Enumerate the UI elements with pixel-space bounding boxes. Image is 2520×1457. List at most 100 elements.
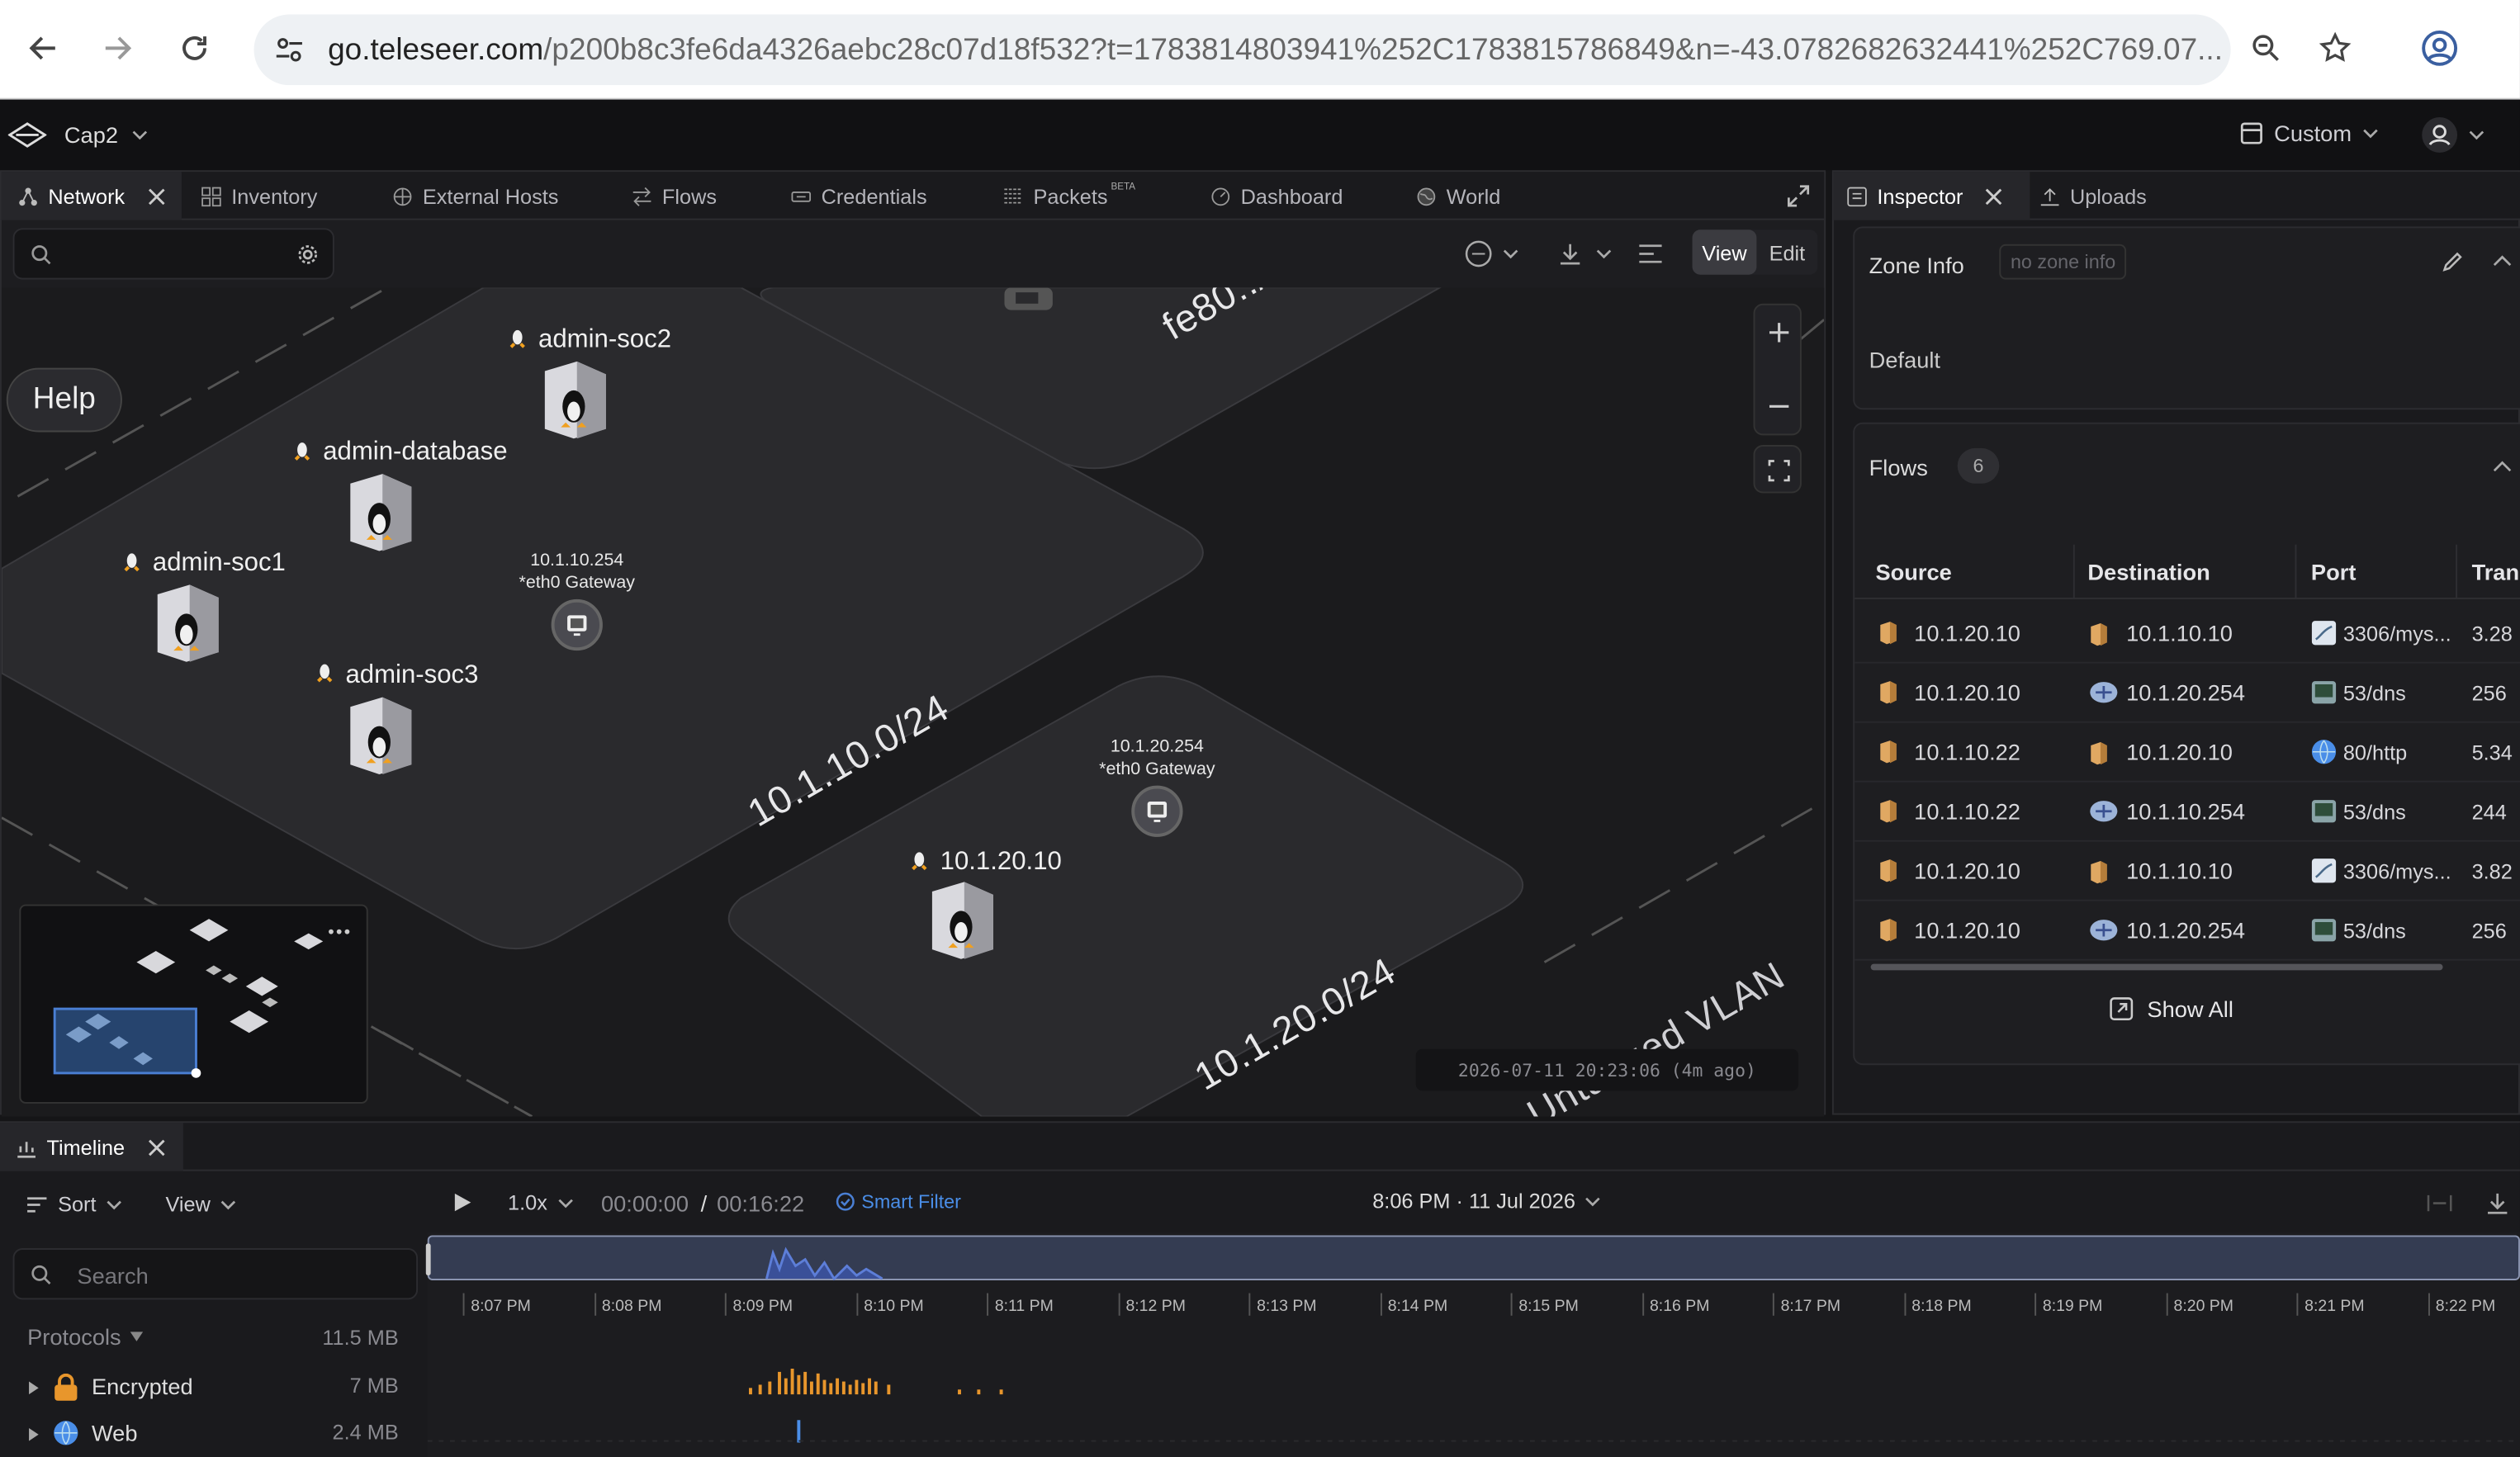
gear-icon[interactable] [297, 244, 318, 265]
reload-icon[interactable] [173, 27, 216, 69]
chevron-up-icon[interactable] [2493, 460, 2512, 475]
tab-uploads[interactable]: Uploads [2039, 172, 2147, 220]
site-settings-icon[interactable] [273, 34, 306, 66]
back-icon[interactable] [22, 27, 64, 69]
view-mode-button[interactable]: View [1692, 229, 1757, 275]
column-header[interactable]: Tran [2472, 559, 2520, 584]
column-header[interactable]: Destination [2087, 559, 2210, 584]
zone-value: Default [1869, 347, 1941, 373]
tab-network[interactable]: Network [1, 172, 182, 220]
show-all-button[interactable]: Show All [2109, 996, 2233, 1022]
timeline-search-input[interactable]: Search [12, 1248, 419, 1300]
edit-pencil-icon[interactable] [2442, 251, 2464, 273]
project-name[interactable]: Cap2 [64, 122, 118, 148]
flow-row[interactable]: 10.1.20.10 10.1.10.10 3306/mys... 3.82 [1854, 842, 2520, 901]
map-toolbar: View Edit [2, 220, 1824, 291]
external-link-icon [2110, 997, 2134, 1021]
help-button[interactable]: Help [6, 367, 122, 433]
layout-icon [2240, 122, 2262, 144]
flow-row[interactable]: 10.1.10.22 10.1.10.254 53/dns 244 [1854, 783, 2520, 842]
beta-badge: BETA [1111, 182, 1136, 193]
host-node-admin-soc3[interactable] [347, 694, 414, 778]
expand-caret-icon [29, 1381, 39, 1395]
chevron-up-icon[interactable] [2493, 253, 2512, 268]
flow-transferred: 5.34 [2471, 740, 2513, 765]
flow-port: 53/dns [2342, 681, 2406, 706]
search-icon [31, 1265, 51, 1284]
chevron-down-icon [107, 1199, 121, 1209]
host-node-admin-database[interactable] [347, 471, 414, 554]
linux-server-icon [350, 697, 412, 774]
chevron-down-icon[interactable] [132, 129, 148, 142]
list-settings-icon[interactable] [1637, 243, 1663, 265]
tab-dashboard[interactable]: Dashboard [1210, 172, 1343, 220]
tab-inventory[interactable]: Inventory [201, 172, 317, 220]
protocols-dropdown[interactable]: Protocols [27, 1324, 144, 1350]
host-node-admin-soc2[interactable] [542, 358, 609, 442]
gateway-label: 10.1.20.254 *eth0 Gateway [1099, 737, 1215, 779]
flow-row[interactable]: 10.1.20.10 10.1.20.254 53/dns 256 [1854, 901, 2520, 961]
network-map-canvas[interactable]: 10.1.10.254 *eth0 Gateway 10.1.20.254 *eth… [1, 287, 1825, 1117]
close-icon[interactable] [147, 1138, 164, 1156]
flow-row[interactable]: 10.1.20.10 10.1.20.254 53/dns 256 [1854, 664, 2520, 723]
user-menu[interactable] [2420, 116, 2484, 154]
fit-view-button[interactable] [1753, 445, 1802, 494]
download-dropdown[interactable] [1557, 241, 1612, 267]
host-node-admin-soc1[interactable] [154, 581, 222, 665]
flow-destination: 10.1.20.254 [2126, 917, 2246, 944]
edit-mode-button[interactable]: Edit [1756, 229, 1817, 274]
zoom-in-icon[interactable] [1768, 321, 1790, 343]
address-bar[interactable]: go.teleseer.com/p200b8c3fe6da4326aebc28c… [253, 14, 2231, 86]
tab-credentials[interactable]: Credentials [791, 172, 927, 220]
flows-count-badge: 6 [1957, 447, 2000, 484]
map-search-input[interactable] [12, 228, 334, 280]
sort-dropdown[interactable]: Sort [26, 1192, 121, 1216]
tab-inspector[interactable]: Inspector [1833, 172, 2030, 220]
timeline-view-dropdown[interactable]: View [165, 1192, 236, 1216]
protocol-activity-chart [427, 1368, 2520, 1443]
bookmark-star-icon[interactable] [2314, 27, 2357, 69]
tab-timeline[interactable]: Timeline [0, 1123, 183, 1171]
close-icon[interactable] [1986, 187, 2003, 205]
column-header[interactable]: Port [2311, 559, 2356, 584]
flow-row[interactable]: 10.1.10.22 10.1.20.10 80/http 5.34 [1854, 723, 2520, 783]
column-header[interactable]: Source [1875, 559, 1951, 584]
gateway-node-10-1-10-254[interactable] [551, 598, 603, 651]
tab-packets[interactable]: Packets BETA [1003, 172, 1136, 220]
layer-dropdown[interactable] [1464, 239, 1518, 268]
server-icon [1878, 679, 1897, 705]
zoom-out-icon[interactable] [1768, 395, 1790, 418]
protocol-row-encrypted[interactable]: Encrypted 7 MB [0, 1364, 421, 1412]
search-icon [31, 245, 51, 265]
flow-source: 10.1.20.10 [1914, 679, 2020, 706]
url-text: go.teleseer.com/p200b8c3fe6da4326aebc28c… [328, 33, 2223, 68]
flow-transferred: 3.28 [2471, 622, 2513, 646]
maximize-icon[interactable] [1787, 185, 1810, 207]
app-logo-icon[interactable] [7, 122, 47, 148]
flow-row[interactable]: 10.1.20.10 10.1.10.10 3306/mys... 3.28 [1854, 604, 2520, 664]
host-node-10-1-20-10[interactable] [929, 878, 997, 962]
linux-server-icon [350, 474, 412, 551]
tab-world[interactable]: World [1416, 172, 1500, 220]
flow-destination: 10.1.10.254 [2126, 798, 2246, 825]
close-icon[interactable] [147, 187, 164, 205]
zoom-icon[interactable] [2245, 27, 2287, 69]
forward-icon[interactable] [97, 27, 139, 69]
gateway-icon [1147, 802, 1168, 822]
tab-external-hosts[interactable]: External Hosts [392, 172, 558, 220]
layout-menu[interactable]: Custom [2240, 121, 2379, 146]
flow-port: 53/dns [2342, 919, 2406, 944]
layout-menu-label: Custom [2274, 120, 2352, 147]
profile-icon[interactable] [2418, 27, 2461, 69]
host-label: 10.1.20.10 [940, 848, 1062, 876]
gateway-node-10-1-20-254[interactable] [1131, 785, 1183, 837]
protocols-label: Protocols [27, 1323, 121, 1350]
minimap[interactable] [19, 904, 368, 1104]
horizontal-scrollbar[interactable] [1870, 963, 2443, 971]
flow-destination: 10.1.10.10 [2126, 620, 2233, 646]
timeline-track[interactable]: 8:07 PM 8:08 PM 8:09 PM 8:10 PM 8:11 PM 8:12 … [425, 1232, 2520, 1457]
inspector-tab-bar: Inspector Uploads [1833, 172, 2520, 220]
tab-label: Inspector [1877, 183, 1963, 209]
tab-flows[interactable]: Flows [632, 172, 717, 220]
protocol-row-web[interactable]: Web 2.4 MB [0, 1412, 421, 1457]
